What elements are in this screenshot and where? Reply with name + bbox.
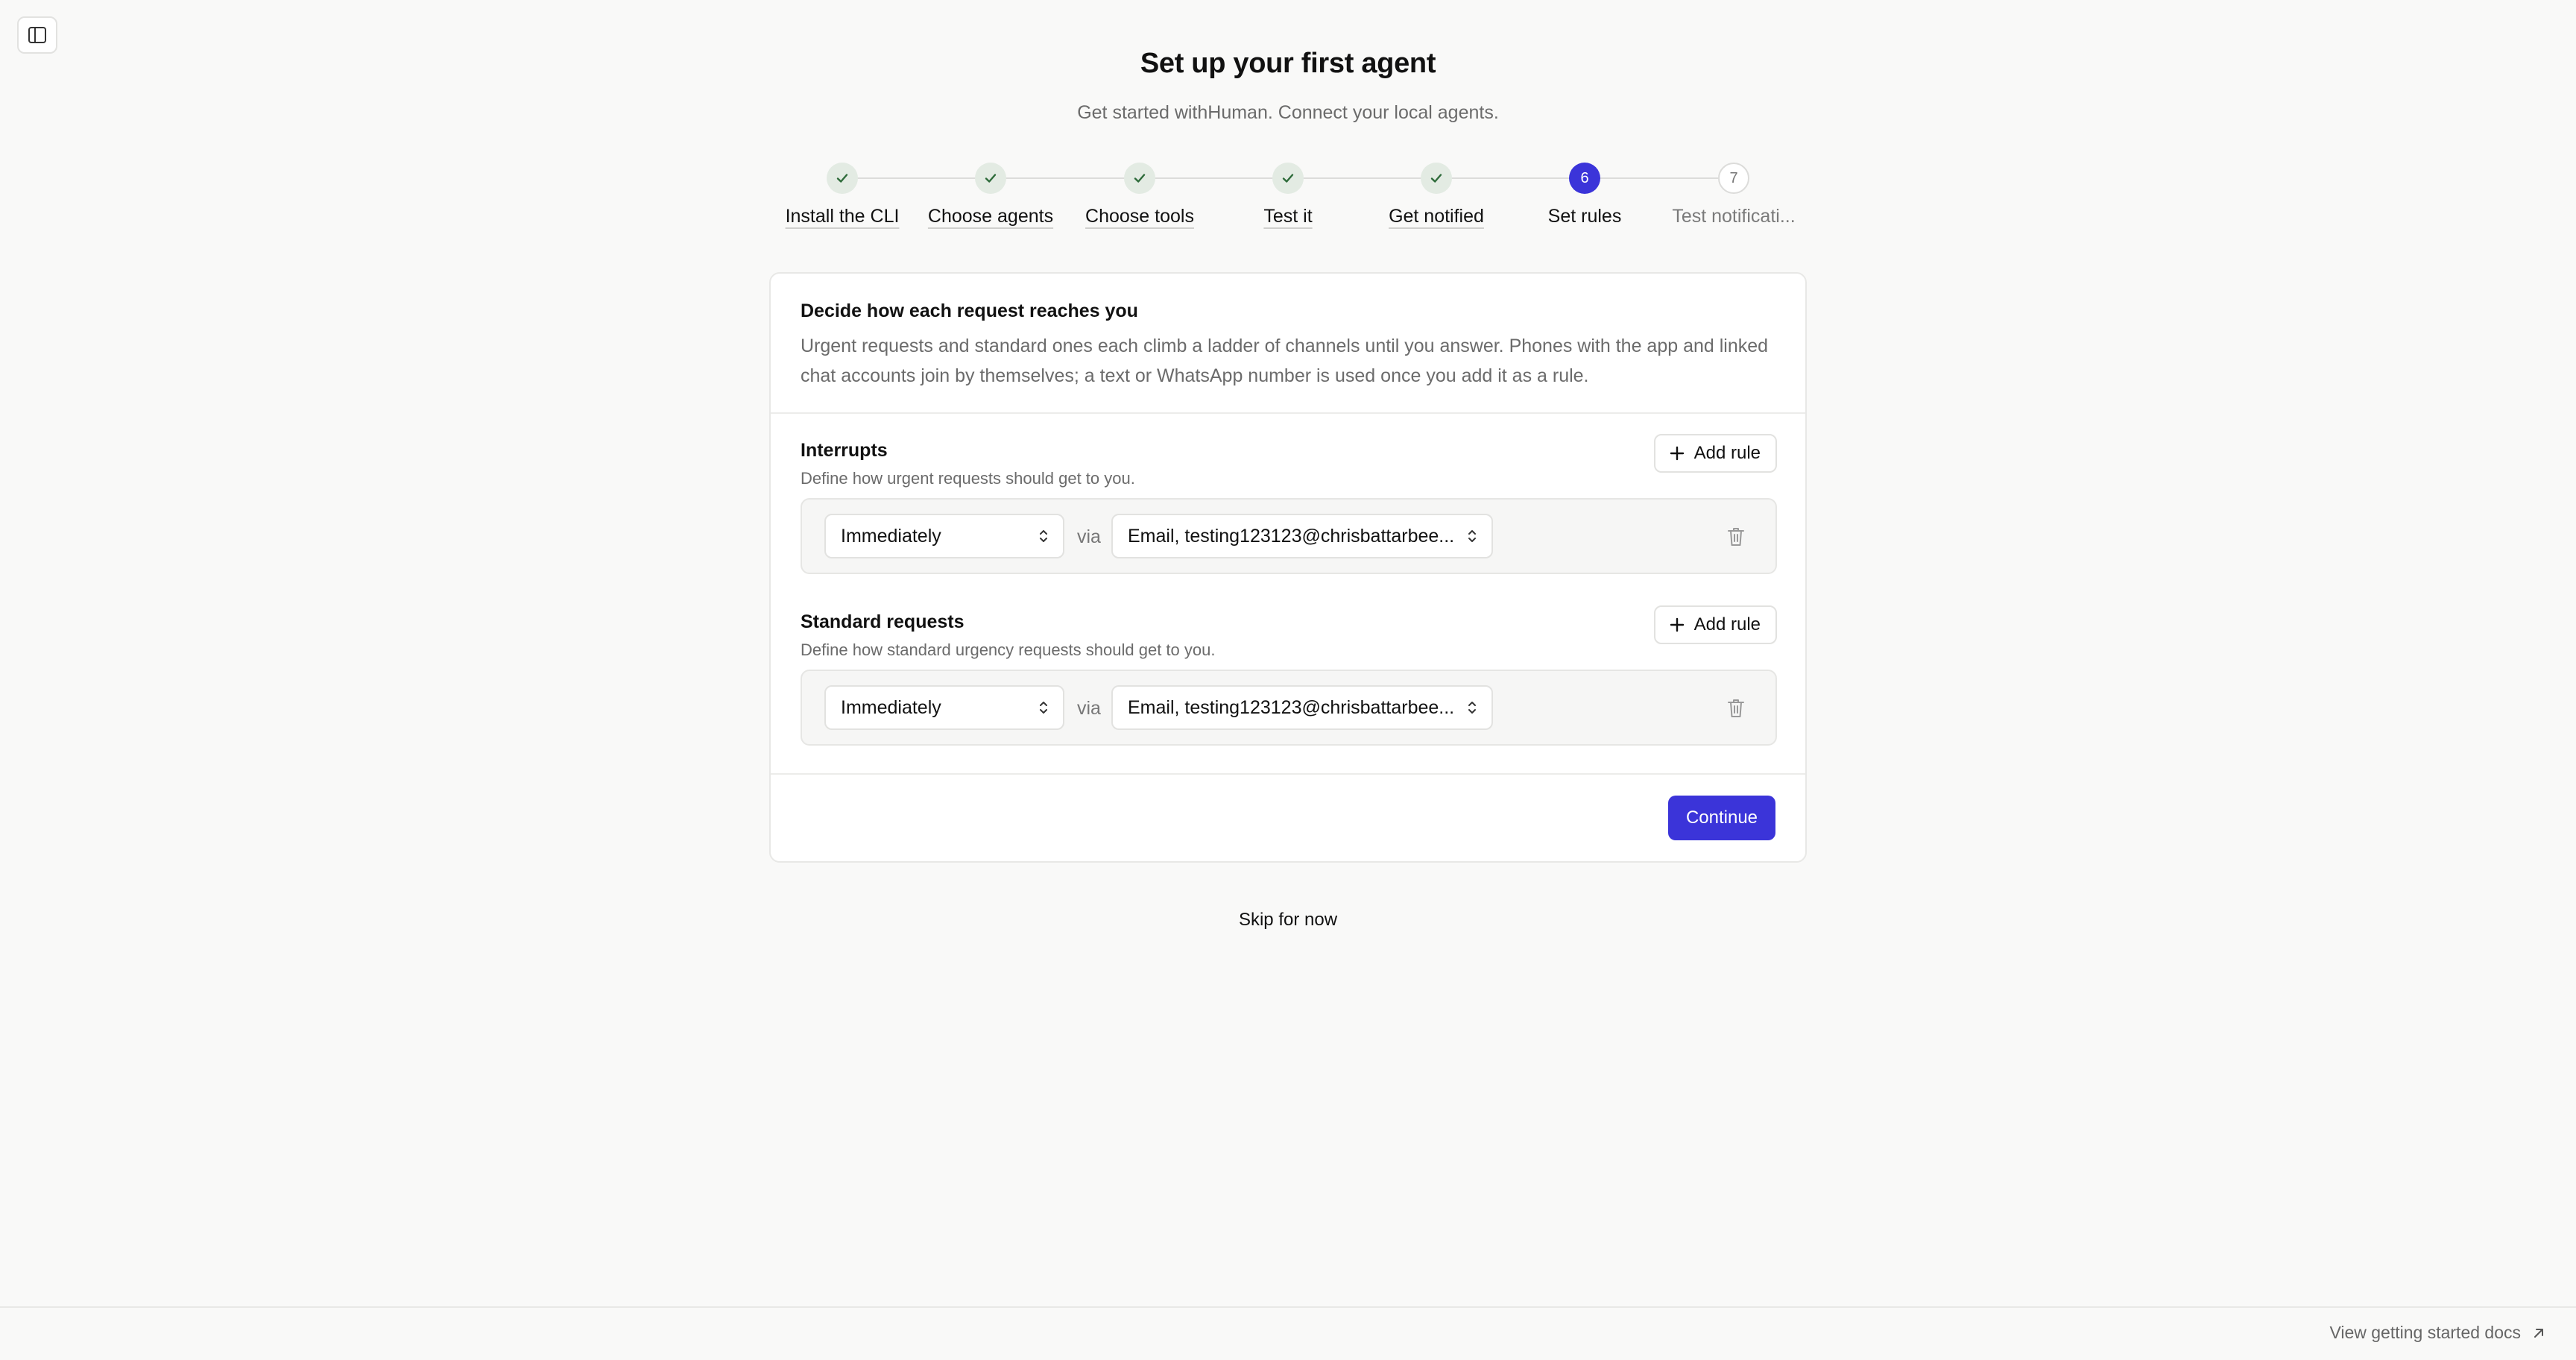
check-icon — [1282, 174, 1294, 183]
card-heading: Decide how each request reaches you — [801, 300, 1138, 321]
standard-rule-row: Immediately via Email, testing123123@chr… — [801, 670, 1777, 746]
trash-icon[interactable] — [1726, 526, 1746, 547]
timing-select[interactable]: Immediately — [824, 685, 1064, 730]
step-install-cli[interactable]: Install the CLI — [768, 163, 917, 227]
external-arrow-icon — [2534, 1328, 2543, 1338]
step-label: Choose tools — [1085, 206, 1194, 227]
interrupts-section: Interrupts Define how urgent requests sh… — [801, 434, 1777, 574]
rules-card: Decide how each request reaches you Urge… — [769, 272, 1807, 863]
card-description: Urgent requests and standard ones each c… — [801, 336, 1769, 386]
step-check-circle — [827, 163, 858, 194]
check-icon — [1134, 174, 1146, 183]
docs-link-label: View getting started docs — [2329, 1323, 2521, 1342]
step-check-circle — [1421, 163, 1452, 194]
section-description: Define how urgent requests should get to… — [801, 469, 1135, 488]
add-rule-label: Add rule — [1693, 443, 1761, 463]
section-description: Define how standard urgency requests sho… — [801, 640, 1216, 659]
add-standard-rule-button[interactable]: Add rule — [1653, 605, 1777, 644]
step-check-circle — [1124, 163, 1155, 194]
chevron-up-down-icon — [1040, 702, 1047, 714]
chevron-up-down-icon — [1468, 702, 1476, 714]
step-label: Test it — [1263, 206, 1313, 227]
step-check-circle — [1272, 163, 1304, 194]
section-title: Standard requests — [801, 611, 965, 632]
card-footer: Continue — [771, 773, 1805, 861]
step-label: Install the CLI — [785, 206, 900, 227]
step-label: Test notificati... — [1672, 206, 1796, 227]
check-icon — [1430, 174, 1442, 183]
standard-section: Standard requests Define how standard ur… — [801, 605, 1777, 746]
card-intro: Decide how each request reaches you Urge… — [771, 274, 1805, 414]
step-check-circle — [975, 163, 1006, 194]
page-header: Set up your first agent Get started with… — [0, 48, 2576, 124]
timing-select[interactable]: Immediately — [824, 514, 1064, 558]
timing-value: Immediately — [841, 696, 941, 718]
bottom-bar: View getting started docs — [0, 1306, 2576, 1360]
step-label: Set rules — [1547, 206, 1622, 227]
step-get-notified[interactable]: Get notified — [1362, 163, 1511, 227]
plus-icon — [1670, 617, 1684, 632]
step-label: Get notified — [1389, 206, 1484, 227]
continue-button[interactable]: Continue — [1668, 796, 1775, 840]
add-interrupt-rule-button[interactable]: Add rule — [1653, 434, 1777, 473]
plus-icon — [1670, 446, 1684, 461]
skip-for-now-link[interactable]: Skip for now — [0, 910, 2576, 931]
channel-value: Email, testing123123@chrisbattarbee... — [1128, 525, 1455, 547]
page-subtitle: Get started withHuman. Connect your loca… — [1077, 102, 1499, 123]
onboarding-page: Set up your first agent Get started with… — [0, 0, 2576, 1360]
step-number-circle: 6 — [1569, 163, 1600, 194]
via-label: via — [1077, 698, 1101, 719]
section-title: Interrupts — [801, 440, 888, 461]
channel-value: Email, testing123123@chrisbattarbee... — [1128, 696, 1455, 718]
interrupt-rule-row: Immediately via Email, testing123123@chr… — [801, 498, 1777, 574]
timing-value: Immediately — [841, 525, 941, 547]
check-icon — [836, 174, 848, 183]
check-icon — [985, 174, 997, 183]
chevron-up-down-icon — [1468, 530, 1476, 542]
step-test-notifications: 7 Test notificati... — [1659, 163, 1808, 227]
channel-select[interactable]: Email, testing123123@chrisbattarbee... — [1111, 685, 1493, 730]
via-label: via — [1077, 526, 1101, 547]
step-choose-tools[interactable]: Choose tools — [1065, 163, 1214, 227]
step-set-rules: 6 Set rules — [1510, 163, 1659, 227]
page-title: Set up your first agent — [1140, 48, 1436, 79]
docs-link[interactable]: View getting started docs — [2329, 1323, 2546, 1343]
chevron-up-down-icon — [1040, 530, 1047, 542]
step-choose-agents[interactable]: Choose agents — [916, 163, 1065, 227]
sidebar-panel-icon — [28, 27, 46, 43]
add-rule-label: Add rule — [1693, 614, 1761, 635]
channel-select[interactable]: Email, testing123123@chrisbattarbee... — [1111, 514, 1493, 558]
step-number-circle: 7 — [1718, 163, 1749, 194]
step-label: Choose agents — [927, 206, 1054, 227]
step-test-it[interactable]: Test it — [1213, 163, 1363, 227]
trash-icon[interactable] — [1726, 698, 1746, 719]
setup-stepper: Install the CLI Choose agents Choose too… — [769, 163, 1810, 237]
